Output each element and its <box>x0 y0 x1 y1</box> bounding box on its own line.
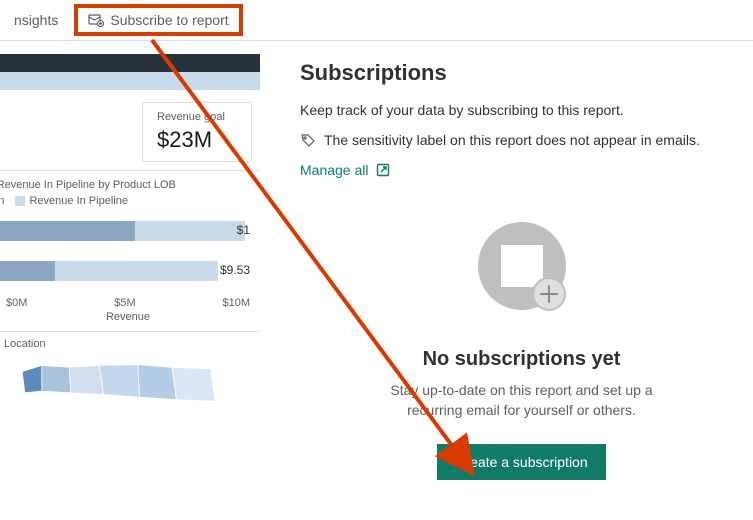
empty-state-subtitle: Stay up-to-date on this report and set u… <box>362 381 682 420</box>
open-external-icon <box>375 162 391 178</box>
chart-bars: $1 $9.53 <box>0 217 256 285</box>
insights-label: nsights <box>14 12 58 28</box>
report-preview: Revenue goal $23M on and Revenue In Pipe… <box>0 40 260 520</box>
sensitivity-note-row: The sensitivity label on this report doe… <box>300 132 743 148</box>
chart-title: on and Revenue In Pipeline by Product LO… <box>0 179 256 191</box>
bar-value-label: $9.53 <box>220 263 250 277</box>
kpi-cards: Revenue goal $23M <box>0 90 260 170</box>
subscribe-label: Subscribe to report <box>110 12 228 28</box>
revenue-goal-card[interactable]: Revenue goal $23M <box>142 102 252 162</box>
card-value: $23M <box>157 127 237 153</box>
subscribe-icon <box>88 12 104 28</box>
legend-won: Won <box>0 195 4 207</box>
command-bar: nsights Subscribe to report <box>0 0 753 41</box>
empty-state: No subscriptions yet Stay up-to-date on … <box>300 218 743 480</box>
panel-heading: Subscriptions <box>300 60 743 86</box>
bar-chart[interactable]: on and Revenue In Pipeline by Product LO… <box>0 170 260 323</box>
bar-value-label: $1 <box>237 223 250 237</box>
create-subscription-button[interactable]: Create a subscription <box>437 444 605 480</box>
usa-map <box>0 350 250 410</box>
report-header-light <box>0 72 260 90</box>
card-label: Revenue goal <box>157 111 237 123</box>
manage-all-label: Manage all <box>300 162 369 178</box>
bar-row: $9.53 <box>0 257 256 285</box>
map-visual[interactable]: Location <box>0 331 260 413</box>
subscriptions-panel: Subscriptions Keep track of your data by… <box>280 50 753 520</box>
create-subscription-label: Create a subscription <box>455 454 587 470</box>
empty-state-graphic <box>467 218 577 328</box>
empty-state-title: No subscriptions yet <box>300 348 743 371</box>
bar-won <box>0 221 135 241</box>
axis-tick: $5M <box>114 297 135 309</box>
sensitivity-note: The sensitivity label on this report doe… <box>324 132 700 148</box>
subscribe-to-report-button[interactable]: Subscribe to report <box>74 4 242 36</box>
x-axis: $0M $5M $10M <box>0 297 256 309</box>
panel-description: Keep track of your data by subscribing t… <box>300 102 743 118</box>
legend-swatch-pipeline <box>15 196 25 206</box>
map-title: Location <box>4 338 260 350</box>
legend-pipeline: Revenue In Pipeline <box>29 195 127 207</box>
tag-icon <box>300 132 316 148</box>
chart-legend: Won Revenue In Pipeline <box>0 195 256 207</box>
axis-tick: $0M <box>6 297 27 309</box>
bar-won <box>0 261 55 281</box>
insights-command[interactable]: nsights <box>4 8 68 32</box>
axis-tick: $10M <box>222 297 250 309</box>
x-axis-title: Revenue <box>0 311 256 323</box>
bar-row: $1 <box>0 217 256 245</box>
report-header-dark <box>0 54 260 72</box>
manage-all-link[interactable]: Manage all <box>300 162 391 178</box>
